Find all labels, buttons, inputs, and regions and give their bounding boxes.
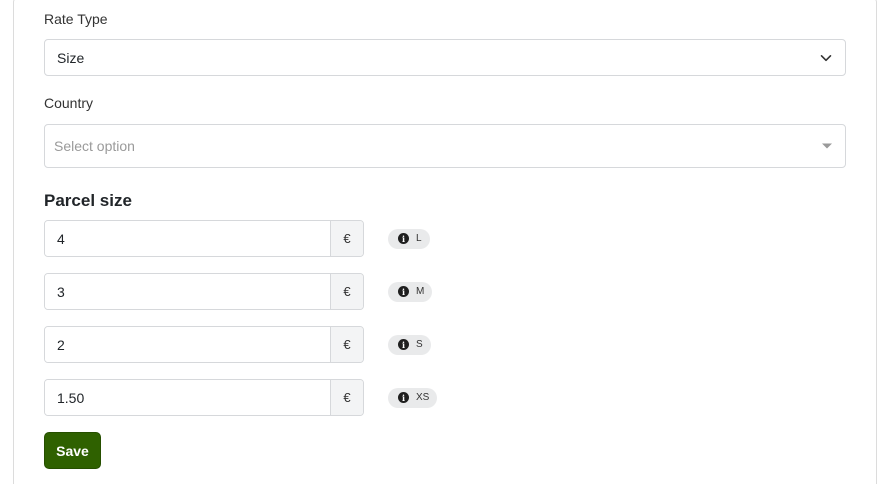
size-label: S: [416, 339, 423, 350]
rate-type-value: Size: [57, 49, 85, 66]
country-label: Country: [44, 95, 94, 111]
size-label: L: [416, 233, 422, 244]
rate-input-s[interactable]: [45, 327, 330, 362]
caret-down-icon: [821, 140, 833, 152]
parcel-rate-row-xs: € i XS: [44, 379, 438, 416]
rate-input-group: €: [44, 379, 364, 416]
info-circle-icon: i: [398, 392, 409, 403]
info-circle-icon: i: [398, 286, 409, 297]
size-badge-s: i S: [388, 334, 431, 355]
chevron-down-icon: [819, 51, 833, 65]
parcel-size-heading: Parcel size: [44, 191, 132, 210]
rate-input-xs[interactable]: [45, 380, 330, 415]
size-badge-m: i M: [388, 281, 433, 302]
parcel-rate-row-m: € i M: [44, 273, 433, 310]
info-circle-icon: i: [398, 233, 409, 244]
country-select[interactable]: Select option: [44, 124, 846, 168]
currency-addon: €: [330, 327, 363, 362]
parcel-rate-row-s: € i S: [44, 326, 431, 363]
rate-input-m[interactable]: [45, 274, 330, 309]
rate-type-select[interactable]: Size: [44, 39, 846, 76]
currency-addon: €: [330, 274, 363, 309]
currency-addon: €: [330, 221, 363, 256]
size-label: XS: [416, 392, 430, 403]
size-label: M: [416, 286, 425, 297]
rate-input-group: €: [44, 326, 364, 363]
country-placeholder: Select option: [54, 138, 135, 154]
size-badge-xs: i XS: [388, 387, 438, 408]
size-badge-l: i L: [388, 228, 430, 249]
save-button[interactable]: Save: [44, 432, 101, 469]
rate-input-l[interactable]: [45, 221, 330, 256]
rate-type-label: Rate Type: [44, 11, 108, 27]
rate-input-group: €: [44, 273, 364, 310]
currency-addon: €: [330, 380, 363, 415]
rate-input-group: €: [44, 220, 364, 257]
parcel-rate-row-l: € i L: [44, 220, 430, 257]
info-circle-icon: i: [398, 339, 409, 350]
